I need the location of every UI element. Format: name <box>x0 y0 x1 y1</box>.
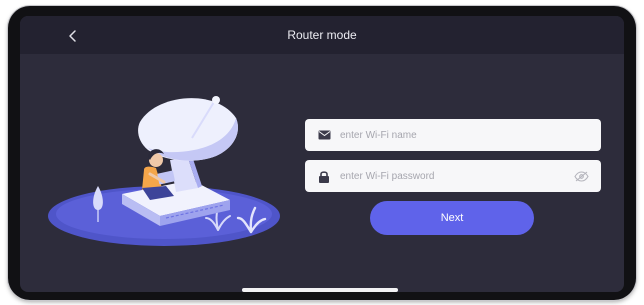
wifi-password-placeholder: enter Wi-Fi password <box>340 170 435 182</box>
wifi-password-field[interactable]: enter Wi-Fi password <box>305 160 601 192</box>
app-screen: Router mode enter Wi-Fi name enter Wi-Fi… <box>20 16 624 292</box>
top-bar: Router mode <box>20 16 624 54</box>
mail-icon <box>317 128 331 142</box>
page-title: Router mode <box>287 28 357 42</box>
router-illustration <box>48 96 280 246</box>
wifi-name-placeholder: enter Wi-Fi name <box>340 129 417 141</box>
next-button[interactable]: Next <box>370 201 534 235</box>
home-indicator[interactable] <box>242 288 398 292</box>
lock-icon <box>317 169 331 183</box>
toggle-password-visibility-button[interactable] <box>573 169 589 183</box>
tablet-frame: Router mode enter Wi-Fi name enter Wi-Fi… <box>8 6 636 300</box>
wifi-name-field[interactable]: enter Wi-Fi name <box>305 119 601 151</box>
eye-off-icon <box>573 170 589 182</box>
